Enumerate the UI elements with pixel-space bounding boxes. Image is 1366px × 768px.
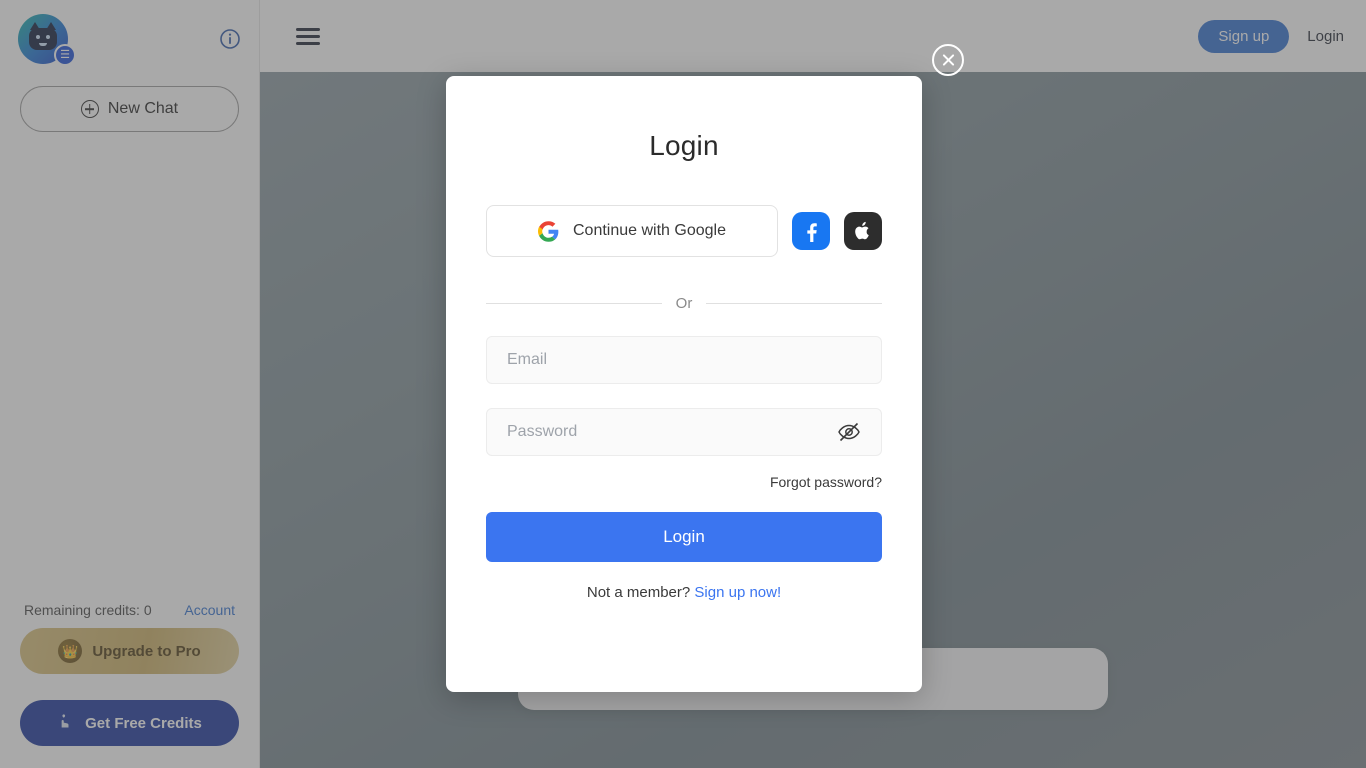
- google-button-label: Continue with Google: [573, 222, 726, 239]
- password-field-wrapper[interactable]: [486, 408, 882, 456]
- forgot-password-link[interactable]: Forgot password?: [486, 474, 882, 490]
- apple-icon[interactable]: [844, 212, 882, 250]
- signup-now-link[interactable]: Sign up now!: [694, 584, 781, 601]
- email-field-wrapper[interactable]: [486, 336, 882, 384]
- or-divider: Or: [486, 295, 882, 312]
- email-input[interactable]: [507, 351, 861, 369]
- or-divider-label: Or: [675, 295, 693, 312]
- eye-slash-icon[interactable]: [837, 420, 861, 444]
- signup-prompt-label: Not a member?: [586, 584, 691, 601]
- signup-prompt-row: Not a member? Sign up now!: [486, 584, 882, 601]
- login-submit-button[interactable]: Login: [486, 512, 882, 562]
- app-root: ☰ New Chat Remaining credits: 0 Acco: [0, 0, 1366, 768]
- social-login-row: Continue with Google: [486, 205, 882, 257]
- password-input[interactable]: [507, 423, 829, 441]
- login-modal: Login Continue with Google Or Email Forg…: [446, 76, 922, 692]
- google-icon: [538, 220, 559, 242]
- continue-with-google-button[interactable]: Continue with Google: [486, 205, 778, 257]
- facebook-icon[interactable]: [792, 212, 830, 250]
- close-circle-icon[interactable]: [932, 44, 964, 76]
- modal-title: Login: [649, 130, 719, 161]
